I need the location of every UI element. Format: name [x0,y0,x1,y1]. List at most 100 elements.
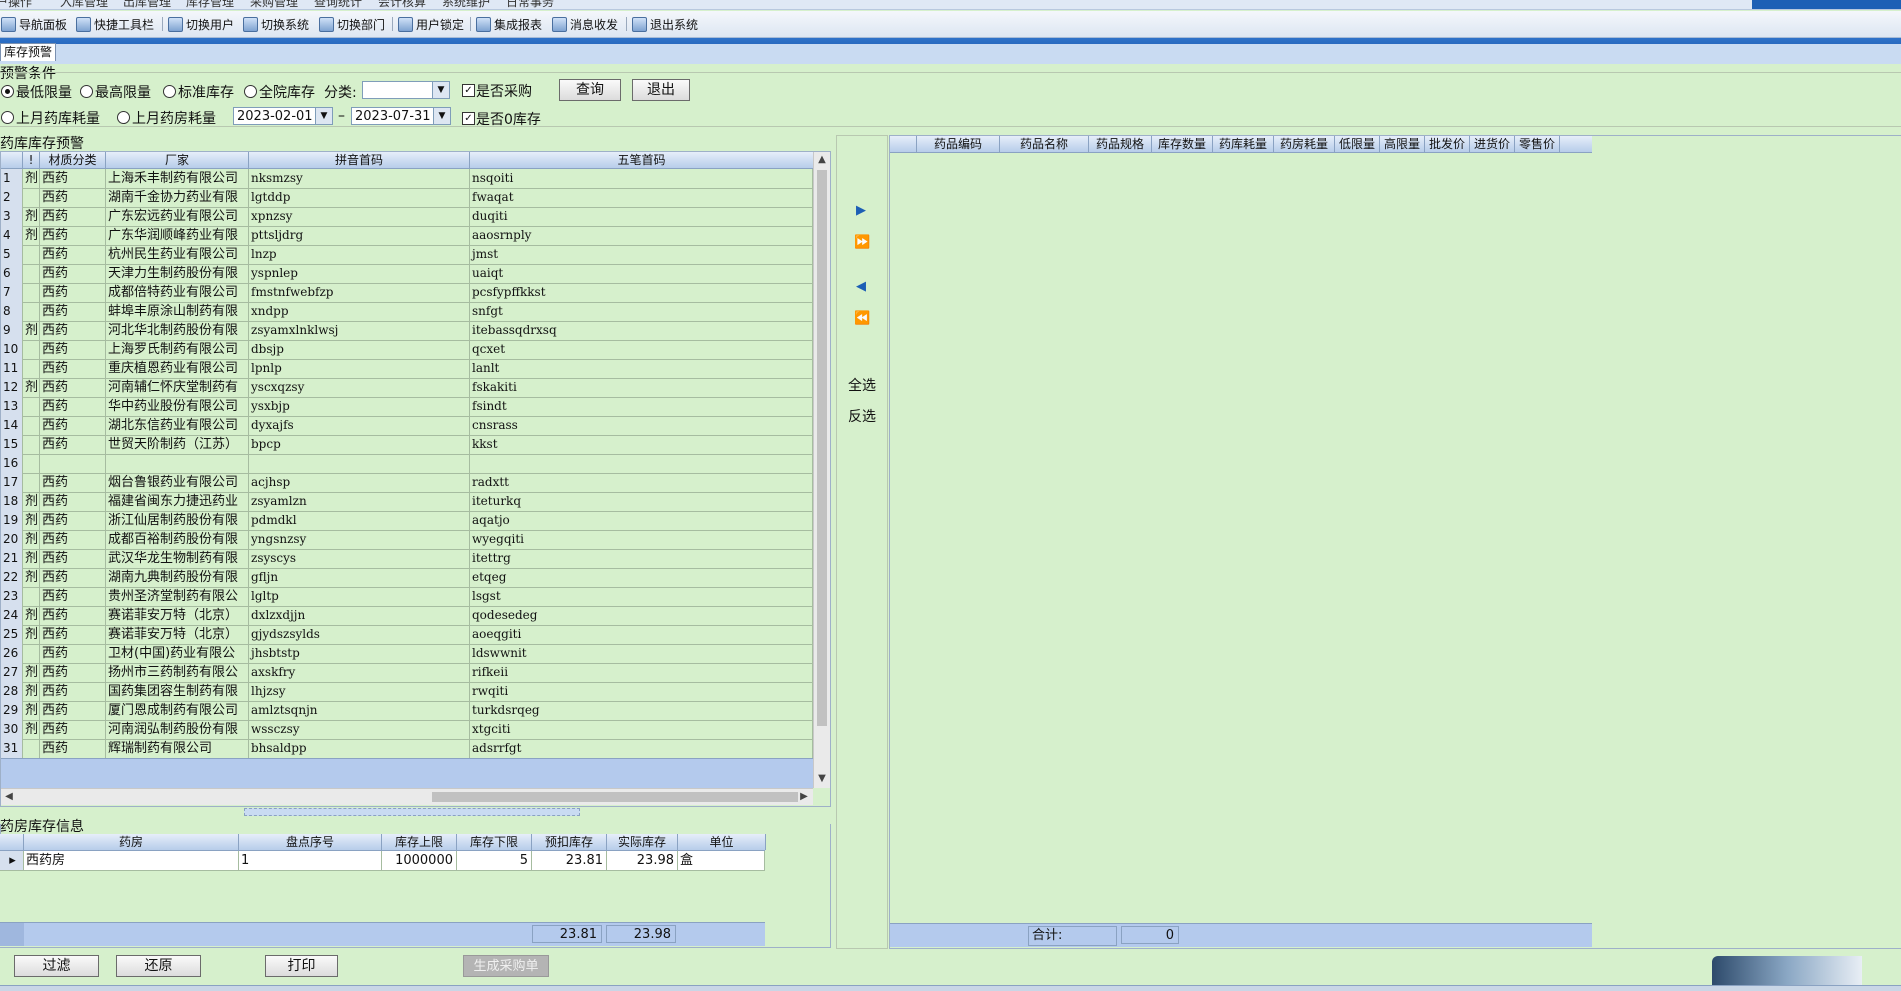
header-cell[interactable]: 药品编码 [917,136,1000,152]
checkbox-zero-stock[interactable]: ✓ [462,112,475,125]
toolbar-exit[interactable]: 退出系统 [632,15,698,33]
header-cell[interactable]: 进货价 [1470,136,1515,152]
radio-max-limit[interactable] [80,85,93,98]
table-row[interactable]: 17 西药 烟台鲁银药业有限公司 acjhsp radxtt [1,473,813,493]
menu-item[interactable]: 日常事务 [506,0,554,9]
table-row[interactable]: 10 西药 上海罗氏制药有限公司 dbsjp qcxet [1,340,813,360]
toolbar-quick-toolbar[interactable]: 快捷工具栏 [76,15,154,33]
scroll-up-icon[interactable]: ▲ [815,153,829,167]
header-cell[interactable]: 厂家 [106,152,249,168]
table-row[interactable]: 5 西药 杭州民生药业有限公司 lnzp jmst [1,245,813,265]
restore-button[interactable]: 还原 [116,955,201,977]
move-all-right-icon[interactable]: ⏩ [854,236,870,250]
menu-item[interactable]: 户操作 [0,0,32,9]
table-row[interactable]: 29 剂西药 厦门恩成制药有限公司 amlztsqnjn turkdsrqeg [1,701,813,721]
toolbar-message[interactable]: 消息收发 [552,15,618,33]
header-cell[interactable]: 药库耗量 [1213,136,1274,152]
header-cell[interactable]: 药品名称 [1000,136,1089,152]
header-cell[interactable]: 拼音首码 [249,152,470,168]
print-button[interactable]: 打印 [265,955,338,977]
toolbar-switch-dept[interactable]: 切换部门 [319,15,385,33]
header-cell[interactable]: 材质分类 [40,152,106,168]
header-cell[interactable]: 零售价 [1515,136,1560,152]
header-cell[interactable]: ! [23,152,40,168]
menu-item[interactable]: 查询统计 [314,0,362,9]
table-row[interactable]: 22 剂西药 湖南九典制药股份有限 gfljn etqeg [1,568,813,588]
scroll-thumb[interactable] [432,792,798,802]
table-row[interactable]: 16 [1,454,813,474]
radio-standard-stock[interactable] [163,85,176,98]
table-row[interactable]: 23 西药 贵州圣济堂制药有限公 lgltp lsgst [1,587,813,607]
header-cell[interactable]: 库存上限 [382,834,457,850]
menu-item[interactable]: 采购管理 [250,0,298,9]
table-row[interactable]: 27 剂西药 扬州市三药制药有限公 axskfry rifkeii [1,663,813,683]
table-row[interactable]: 1 剂西药 上海禾丰制药有限公司 nksmzsy nsqoiti [1,169,813,189]
table-row[interactable]: 31 西药 辉瑞制药有限公司 bhsaldpp adsrrfgt [1,739,813,759]
table-row[interactable]: 8 西药 蚌埠丰原涂山制药有限 xndpp snfgt [1,302,813,322]
query-button[interactable]: 查询 [559,79,621,101]
scroll-down-icon[interactable]: ▼ [815,772,829,786]
radio-last-month-pharmacy[interactable] [117,111,130,124]
checkbox-purchase[interactable]: ✓ [462,84,475,97]
table-row[interactable]: 24 剂西药 赛诺菲安万特（北京） dxlzxdjjn qodesedeg [1,606,813,626]
table-row[interactable]: 7 西药 成都倍特药业有限公司 fmstnfwebfzp pcsfypffkkst [1,283,813,303]
radio-last-month-store[interactable] [1,111,14,124]
header-cell[interactable]: 低限量 [1335,136,1380,152]
menu-item[interactable]: 会计核算 [378,0,426,9]
scroll-left-icon[interactable]: ◀ [2,790,16,804]
category-select[interactable]: ▼ [362,81,450,99]
header-cell[interactable]: 库存数量 [1152,136,1213,152]
header-cell[interactable]: 盘点序号 [239,834,382,850]
table-row[interactable]: 13 西药 华中药业股份有限公司 ysxbjp fsindt [1,397,813,417]
menu-item[interactable]: 出库管理 [123,0,171,9]
table-row[interactable]: 25 剂西药 赛诺菲安万特（北京） gjydszsylds aoeqgiti [1,625,813,645]
table-row[interactable]: 18 剂西药 福建省闽东力捷迅药业 zsyamlzn iteturkq [1,492,813,512]
pharmacy-row[interactable]: ▸ 西药房 1 1000000 5 23.81 23.98 盒 [0,851,765,871]
toolbar-switch-user[interactable]: 切换用户 [168,15,234,33]
store-warning-grid[interactable]: ! 材质分类 厂家 拼音首码 五笔首码 1 剂西药 上海禾丰制药有限公司 nksmzs… [0,151,831,807]
scroll-right-icon[interactable]: ▶ [797,790,811,804]
header-cell[interactable]: 库存下限 [457,834,532,850]
header-cell[interactable]: 实际库存 [607,834,678,850]
table-row[interactable]: 28 剂西药 国药集团容生制药有限 lhjzsy rwqiti [1,682,813,702]
radio-hospital-stock[interactable] [244,85,257,98]
header-cell[interactable] [1,152,23,168]
date-from-picker[interactable]: 2023-02-01 ▼ [233,107,333,125]
invert-selection-button[interactable]: 反选 [848,406,876,426]
radio-min-limit[interactable] [1,85,14,98]
toolbar-report[interactable]: 集成报表 [476,15,542,33]
tab-stock-warning[interactable]: 库存预警 [0,43,57,61]
header-cell[interactable]: 批发价 [1425,136,1470,152]
pharmacy-stock-grid[interactable]: 药房 盘点序号 库存上限 库存下限 预扣库存 实际库存 单位 ▸ 西药房 1 1… [0,834,829,947]
table-row[interactable]: 30 剂西药 河南润弘制药股份有限 wssczsy xtgciti [1,720,813,740]
purchase-list-grid[interactable]: 药品编码 药品名称 药品规格 库存数量 药库耗量 药房耗量 低限量 高限量 批发… [889,135,1901,949]
date-to-picker[interactable]: 2023-07-31 ▼ [351,107,451,125]
table-row[interactable]: 21 剂西药 武汉华龙生物制药有限 zsyscys itettrg [1,549,813,569]
table-row[interactable]: 19 剂西药 浙江仙居制药股份有限 pdmdkl aqatjo [1,511,813,531]
menu-item[interactable]: 系统维护 [442,0,490,9]
toolbar-lock-user[interactable]: 用户锁定 [398,15,464,33]
header-cell[interactable]: 五笔首码 [470,152,814,168]
move-all-left-icon[interactable]: ⏪ [854,312,870,326]
table-row[interactable]: 4 剂西药 广东华润顺峰药业有限 pttsljdrg aaosrnply [1,226,813,246]
move-right-icon[interactable]: ▶ [854,204,868,218]
toolbar-nav-panel[interactable]: 导航面板 [1,15,67,33]
table-row[interactable]: 2 西药 湖南千金协力药业有限 lgtddp fwaqat [1,188,813,208]
table-row[interactable]: 11 西药 重庆植恩药业有限公司 lpnlp lanlt [1,359,813,379]
generate-purchase-button[interactable]: 生成采购单 [463,955,549,977]
header-cell[interactable]: 药房 [24,834,239,850]
header-cell[interactable] [0,834,24,850]
header-cell[interactable]: 高限量 [1380,136,1425,152]
table-row[interactable]: 14 西药 湖北东信药业有限公司 dyxajfs cnsrass [1,416,813,436]
left-grid-vscroll[interactable]: ▲ ▼ [813,152,830,788]
splitter-handle[interactable] [244,808,580,816]
left-grid-hscroll[interactable]: ◀ ▶ [1,788,813,805]
header-cell[interactable]: 药房耗量 [1274,136,1335,152]
table-row[interactable]: 9 剂西药 河北华北制药股份有限 zsyamxlnklwsj itebassqdrxsq [1,321,813,341]
table-row[interactable]: 3 剂西药 广东宏远药业有限公司 xpnzsy duqiti [1,207,813,227]
menu-item[interactable]: 入库管理 [60,0,108,9]
header-cell[interactable]: 药品规格 [1089,136,1152,152]
header-cell[interactable]: 单位 [678,834,766,850]
header-cell[interactable] [890,136,917,152]
table-row[interactable]: 20 剂西药 成都百裕制药股份有限 yngsnzsy wyegqiti [1,530,813,550]
